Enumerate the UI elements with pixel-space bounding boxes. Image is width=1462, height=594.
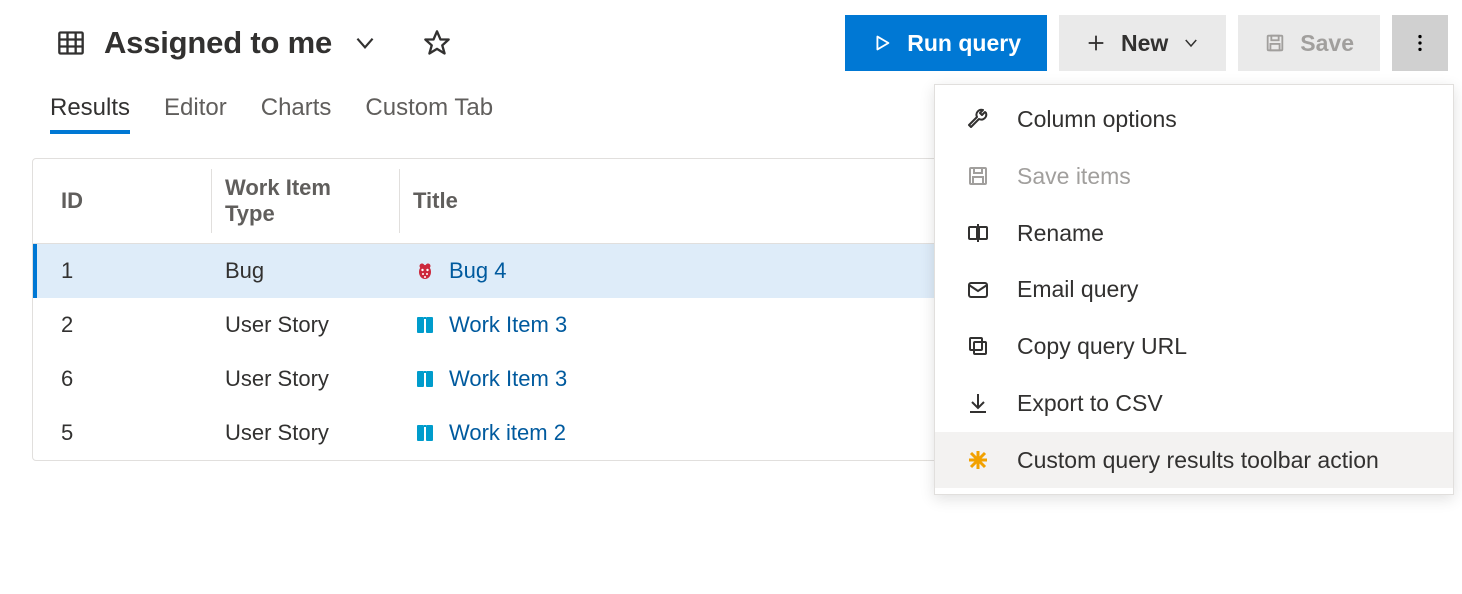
tab-charts[interactable]: Charts [261,94,332,134]
more-actions-menu: Column options Save items Rename Email quer… [934,84,1454,495]
download-icon [965,390,991,416]
save-button[interactable]: Save [1238,15,1380,71]
col-header-id[interactable]: ID [33,159,211,244]
cell-type: User Story [211,298,399,352]
menu-item-custom-action[interactable]: Custom query results toolbar action [935,432,1453,489]
header: Assigned to me Run query New Save [0,0,1462,72]
story-icon [413,367,437,391]
work-item-link[interactable]: Work Item 3 [449,366,567,392]
menu-item-label: Column options [1017,105,1423,134]
menu-item-copy-url[interactable]: Copy query URL [935,318,1453,375]
menu-item-export-csv[interactable]: Export to CSV [935,375,1453,432]
play-icon [871,32,893,54]
bug-icon [413,259,437,283]
menu-item-label: Export to CSV [1017,389,1423,418]
wrench-icon [965,106,991,132]
menu-item-save-items: Save items [935,148,1453,205]
new-label: New [1121,30,1168,57]
mail-icon [965,277,991,303]
cell-id: 2 [33,298,211,352]
cell-id: 6 [33,352,211,406]
save-label: Save [1300,30,1354,57]
menu-item-label: Custom query results toolbar action [1017,446,1423,475]
more-icon [1409,32,1431,54]
menu-item-label: Email query [1017,275,1423,304]
copy-icon [965,333,991,359]
tab-custom[interactable]: Custom Tab [365,94,493,134]
cell-type: User Story [211,352,399,406]
favorite-star-icon[interactable] [422,28,452,58]
menu-item-label: Copy query URL [1017,332,1423,361]
cell-type: User Story [211,406,399,460]
more-actions-button[interactable] [1392,15,1448,71]
run-query-button[interactable]: Run query [845,15,1047,71]
story-icon [413,313,437,337]
menu-item-label: Rename [1017,219,1423,248]
query-type-icon[interactable] [56,28,86,58]
work-item-link[interactable]: Work item 2 [449,420,566,446]
menu-item-label: Save items [1017,162,1423,191]
tab-results[interactable]: Results [50,94,130,134]
page-title: Assigned to me [104,25,332,61]
menu-item-rename[interactable]: Rename [935,205,1453,262]
story-icon [413,421,437,445]
plus-icon [1085,32,1107,54]
cell-id: 1 [33,244,211,299]
chevron-down-icon [1182,34,1200,52]
tab-editor[interactable]: Editor [164,94,227,134]
col-header-type[interactable]: Work Item Type [211,159,399,244]
cell-id: 5 [33,406,211,460]
title-chevron-down-icon[interactable] [350,28,380,58]
toolbar: Run query New Save [845,15,1462,71]
cell-type: Bug [211,244,399,299]
menu-item-email-query[interactable]: Email query [935,261,1453,318]
rename-icon [965,220,991,246]
run-query-label: Run query [907,30,1021,57]
save-icon [965,163,991,189]
new-button[interactable]: New [1059,15,1226,71]
save-icon [1264,32,1286,54]
menu-item-column-options[interactable]: Column options [935,91,1453,148]
title-group: Assigned to me [56,25,845,61]
work-item-link[interactable]: Bug 4 [449,258,507,284]
asterisk-icon [965,447,991,473]
work-item-link[interactable]: Work Item 3 [449,312,567,338]
